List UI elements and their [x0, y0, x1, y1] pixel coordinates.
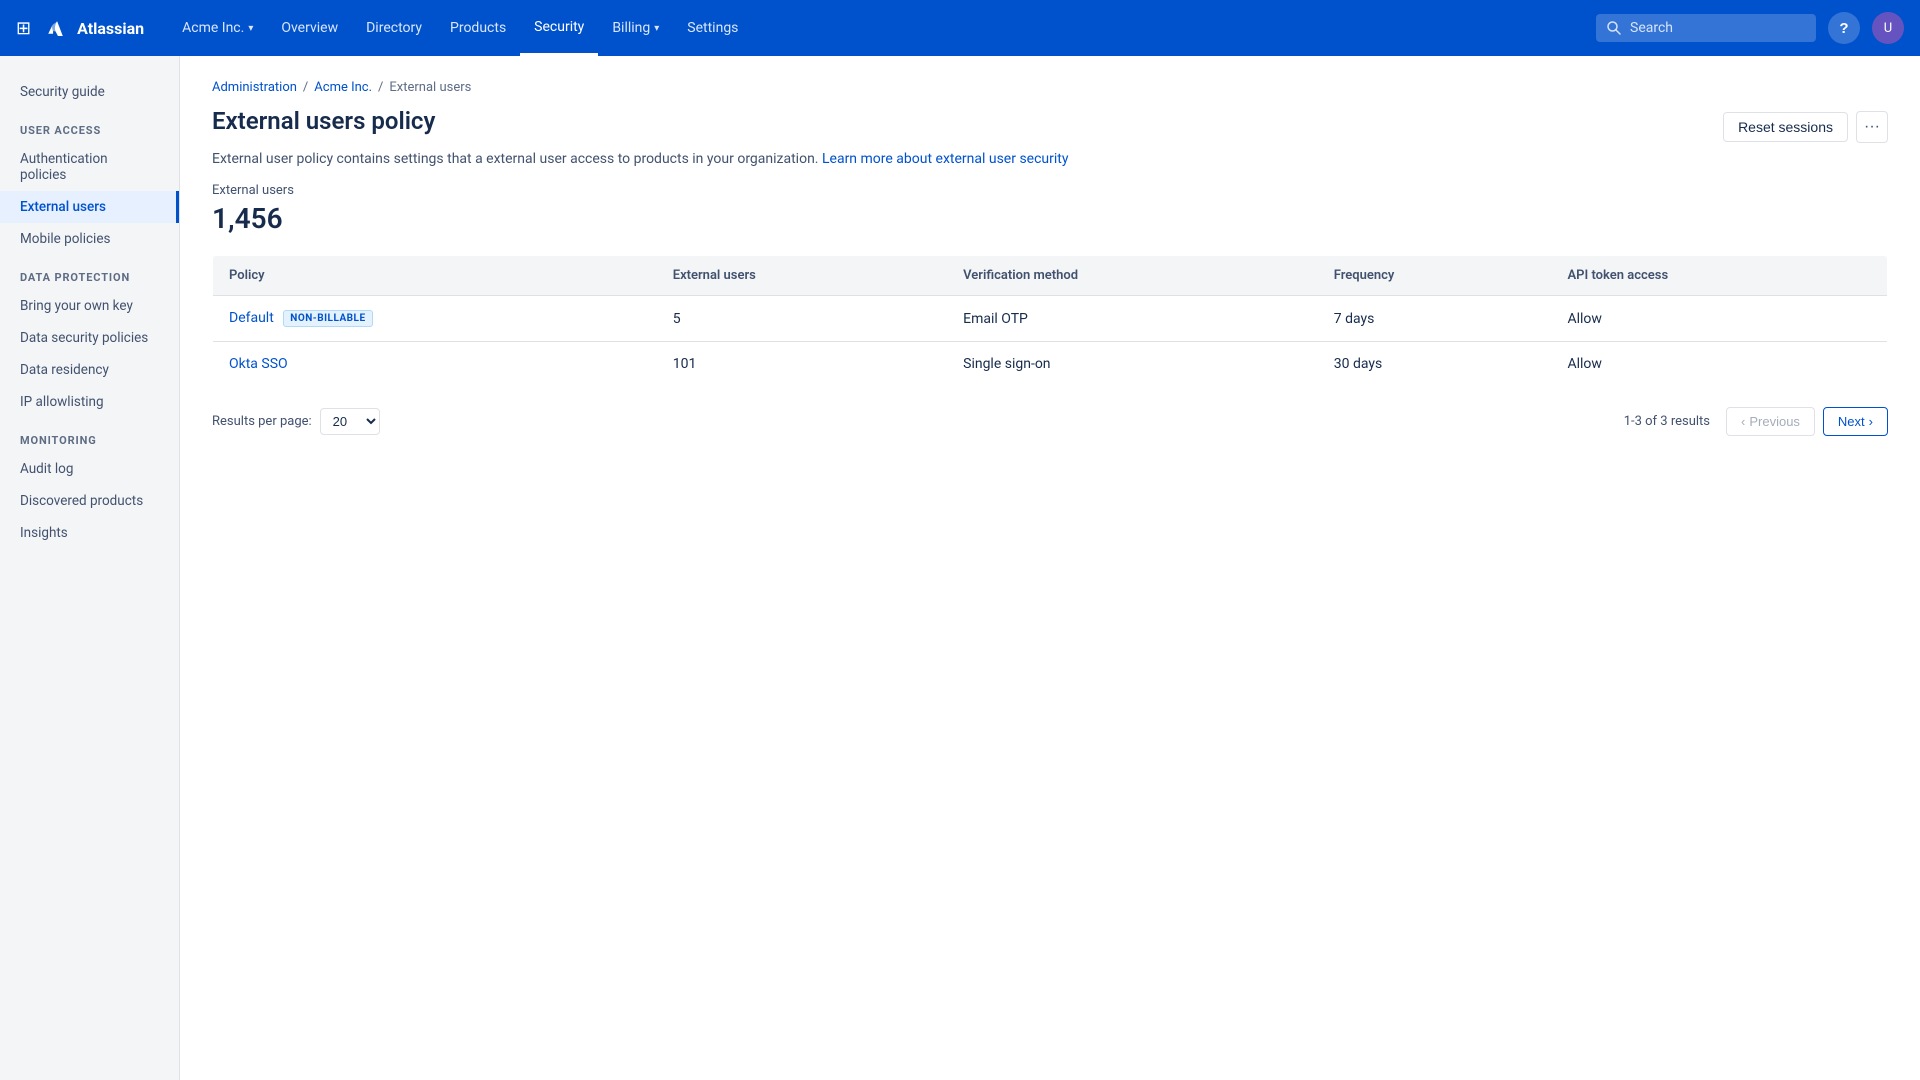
- sidebar-item-data-residency[interactable]: Data residency: [0, 354, 179, 386]
- previous-button[interactable]: ‹ Previous: [1726, 407, 1815, 436]
- sidebar-security-guide[interactable]: Security guide: [0, 76, 179, 108]
- row2-external-users: 101: [657, 342, 947, 387]
- grid-icon[interactable]: ⊞: [16, 18, 31, 39]
- sidebar-item-mobile-policies[interactable]: Mobile policies: [0, 223, 179, 255]
- table-row: Default NON-BILLABLE 5 Email OTP 7 days …: [213, 296, 1888, 342]
- avatar[interactable]: U: [1872, 12, 1904, 44]
- reset-sessions-button[interactable]: Reset sessions: [1723, 112, 1848, 142]
- search-placeholder: Search: [1630, 20, 1673, 36]
- breadcrumb-administration[interactable]: Administration: [212, 80, 297, 95]
- main-content: Administration / Acme Inc. / External us…: [180, 56, 1920, 1080]
- sidebar-item-discovered-products[interactable]: Discovered products: [0, 485, 179, 517]
- prev-chevron-icon: ‹: [1741, 414, 1745, 429]
- next-button[interactable]: Next ›: [1823, 407, 1888, 436]
- results-per-page-label: Results per page:: [212, 414, 312, 429]
- sidebar-section-data-protection: DATA PROTECTION: [0, 255, 179, 290]
- search-box[interactable]: Search: [1596, 14, 1816, 42]
- org-chevron: ▾: [248, 23, 253, 34]
- policy-default-link[interactable]: Default: [229, 310, 274, 326]
- sidebar-item-bring-own-key[interactable]: Bring your own key: [0, 290, 179, 322]
- nav-settings[interactable]: Settings: [673, 0, 752, 56]
- page-description: External user policy contains settings t…: [212, 151, 1888, 167]
- main-layout: Security guide USER ACCESS Authenticatio…: [0, 56, 1920, 1080]
- atlassian-logo[interactable]: Atlassian: [43, 14, 144, 42]
- nav-directory[interactable]: Directory: [352, 0, 436, 56]
- policy-table: Policy External users Verification metho…: [212, 255, 1888, 387]
- sidebar-item-external-users[interactable]: External users: [0, 191, 179, 223]
- col-external-users: External users: [657, 256, 947, 296]
- row2-frequency: 30 days: [1318, 342, 1552, 387]
- table-header: Policy External users Verification metho…: [213, 256, 1888, 296]
- sidebar-item-auth-policies[interactable]: Authentication policies: [0, 143, 179, 191]
- sidebar-section-monitoring: MONITORING: [0, 418, 179, 453]
- pagination-controls: 1-3 of 3 results ‹ Previous Next ›: [1624, 407, 1888, 436]
- breadcrumb-acme[interactable]: Acme Inc.: [314, 80, 372, 95]
- sidebar-item-ip-allowlisting[interactable]: IP allowlisting: [0, 386, 179, 418]
- pagination-row: Results per page: 20 50 100 1-3 of 3 res…: [212, 403, 1888, 440]
- table-row: Okta SSO 101 Single sign-on 30 days Allo…: [213, 342, 1888, 387]
- col-api-token: API token access: [1551, 256, 1887, 296]
- breadcrumb-sep-1: /: [303, 80, 308, 95]
- row2-api-token: Allow: [1551, 342, 1887, 387]
- row1-verification: Email OTP: [947, 296, 1318, 342]
- page-title: External users policy: [212, 107, 435, 135]
- help-button[interactable]: ?: [1828, 12, 1860, 44]
- row1-policy: Default NON-BILLABLE: [213, 296, 657, 342]
- row1-frequency: 7 days: [1318, 296, 1552, 342]
- results-per-page-select[interactable]: 20 50 100: [320, 408, 380, 435]
- next-chevron-icon: ›: [1869, 414, 1873, 429]
- billing-chevron: ▾: [654, 23, 659, 34]
- non-billable-badge: NON-BILLABLE: [283, 310, 372, 327]
- logo-text: Atlassian: [77, 19, 144, 38]
- search-icon: [1606, 20, 1622, 36]
- external-users-count: 1,456: [212, 202, 1888, 235]
- page-header: External users policy Reset sessions ···: [212, 107, 1888, 143]
- table-body: Default NON-BILLABLE 5 Email OTP 7 days …: [213, 296, 1888, 387]
- col-verification: Verification method: [947, 256, 1318, 296]
- org-dropdown[interactable]: Acme Inc.▾: [168, 0, 267, 56]
- top-navigation: ⊞ Atlassian Acme Inc.▾ Overview Director…: [0, 0, 1920, 56]
- nav-overview[interactable]: Overview: [267, 0, 352, 56]
- breadcrumb-sep-2: /: [378, 80, 383, 95]
- breadcrumb: Administration / Acme Inc. / External us…: [212, 80, 1888, 95]
- sidebar: Security guide USER ACCESS Authenticatio…: [0, 56, 180, 1080]
- nav-billing[interactable]: Billing▾: [598, 0, 673, 56]
- policy-okta-link[interactable]: Okta SSO: [229, 356, 288, 372]
- results-per-page: Results per page: 20 50 100: [212, 408, 380, 435]
- pagination-info: 1-3 of 3 results: [1624, 414, 1710, 429]
- more-options-button[interactable]: ···: [1856, 111, 1888, 143]
- sidebar-section-user-access: USER ACCESS: [0, 108, 179, 143]
- col-frequency: Frequency: [1318, 256, 1552, 296]
- row1-external-users: 5: [657, 296, 947, 342]
- sidebar-item-audit-log[interactable]: Audit log: [0, 453, 179, 485]
- sidebar-item-data-security[interactable]: Data security policies: [0, 322, 179, 354]
- nav-links: Acme Inc.▾ Overview Directory Products S…: [168, 0, 1588, 56]
- row2-policy: Okta SSO: [213, 342, 657, 387]
- sidebar-item-insights[interactable]: Insights: [0, 517, 179, 549]
- nav-security[interactable]: Security: [520, 0, 598, 56]
- learn-more-link[interactable]: Learn more about external user security: [822, 151, 1069, 167]
- nav-products[interactable]: Products: [436, 0, 520, 56]
- col-policy: Policy: [213, 256, 657, 296]
- external-users-label: External users: [212, 183, 1888, 198]
- nav-right: Search ? U: [1596, 12, 1904, 44]
- row2-verification: Single sign-on: [947, 342, 1318, 387]
- row1-api-token: Allow: [1551, 296, 1887, 342]
- header-actions: Reset sessions ···: [1723, 111, 1888, 143]
- breadcrumb-current: External users: [389, 80, 471, 95]
